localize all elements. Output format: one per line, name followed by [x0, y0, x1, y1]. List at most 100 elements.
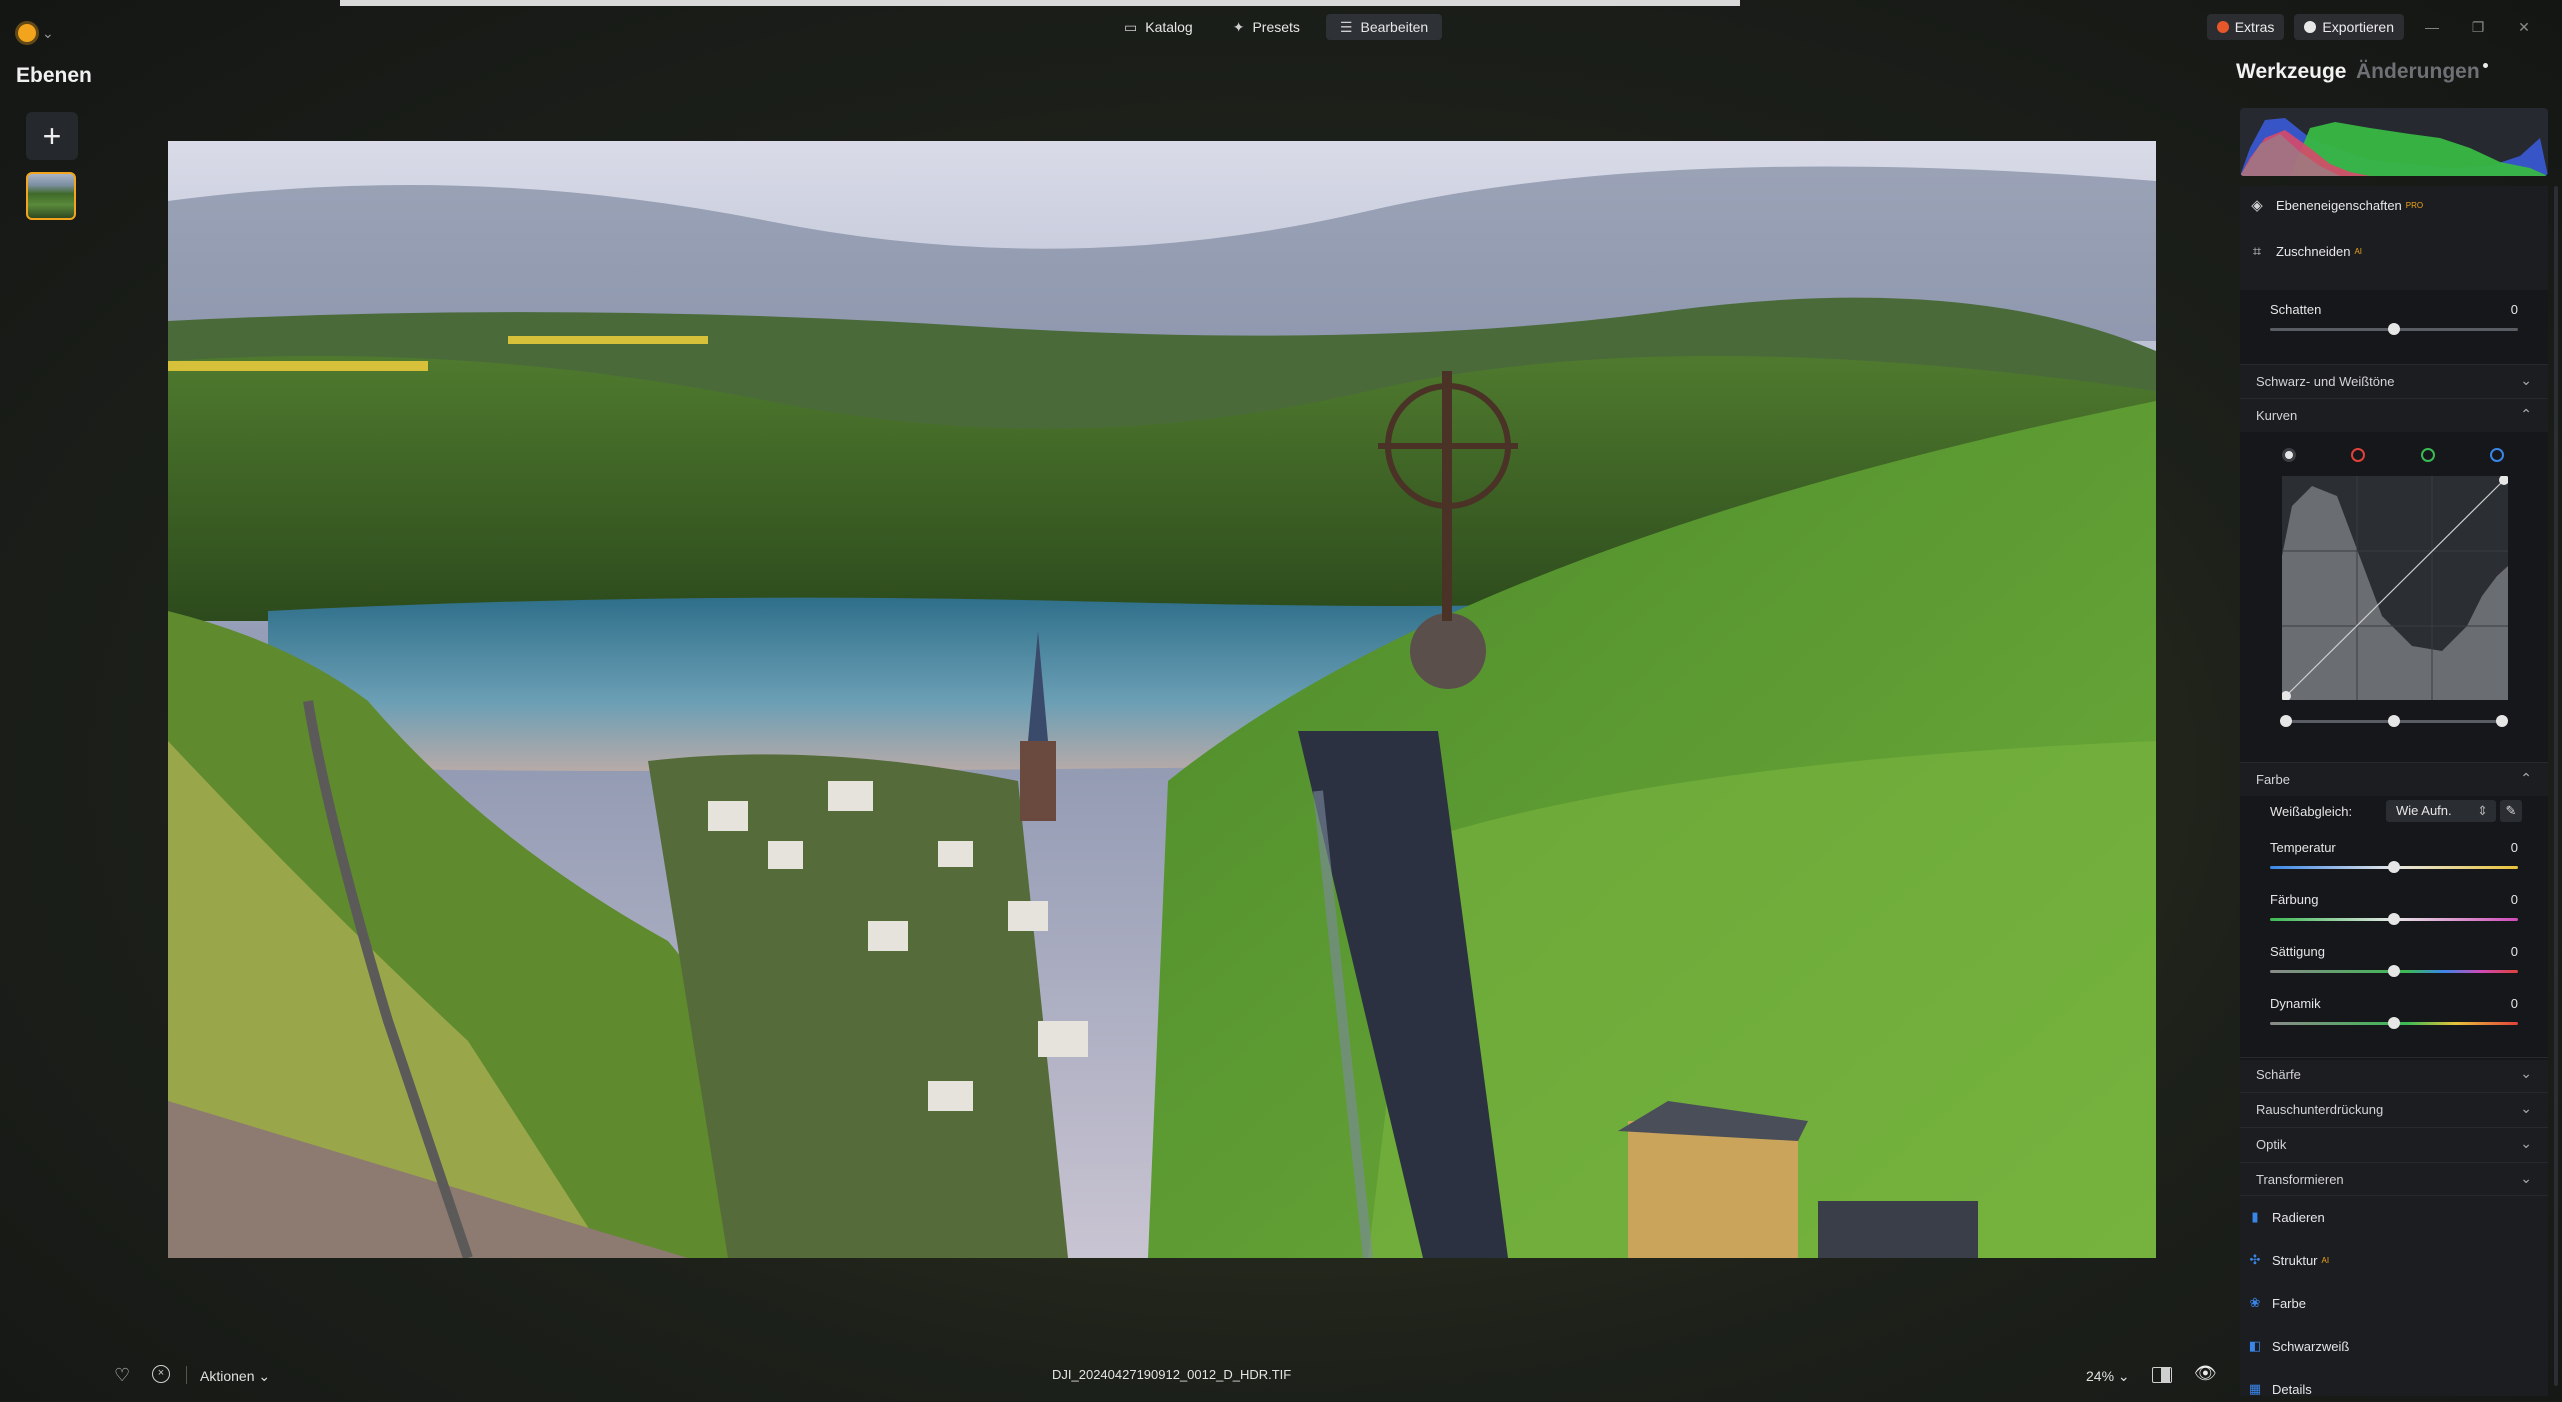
- chevron-down-icon: ⌄: [2520, 1100, 2532, 1116]
- saturation-slider-handle[interactable]: [2388, 965, 2400, 977]
- tool-schwarzweiss-label: Schwarzweiß: [2272, 1338, 2350, 1354]
- tool-radieren-label: Radieren: [2272, 1209, 2325, 1225]
- top-right-controls: Extras Exportieren — ❐ ✕: [2206, 14, 2542, 40]
- section-sharpness[interactable]: Schärfe ⌄: [2240, 1057, 2548, 1092]
- chevron-down-icon: ⌄: [258, 1368, 271, 1384]
- tool-schwarzweiss[interactable]: ◧ Schwarzweiß: [2248, 1333, 2349, 1359]
- layers-icon: ◈: [2251, 197, 2263, 214]
- tab-bearbeiten-label: Bearbeiten: [1360, 19, 1429, 35]
- tools-scrollbar[interactable]: [2554, 186, 2558, 1386]
- tab-katalog-label: Katalog: [1145, 19, 1193, 35]
- ai-badge: AI: [2321, 1255, 2330, 1265]
- schatten-value: 0: [2510, 302, 2518, 317]
- tool-details[interactable]: ▦ Details: [2248, 1376, 2312, 1402]
- section-sharpness-label: Schärfe: [2256, 1067, 2301, 1082]
- curve-channel-green[interactable]: [2421, 448, 2435, 462]
- vibrance-slider-handle[interactable]: [2388, 1017, 2400, 1029]
- tint-label: Färbung: [2270, 892, 2319, 907]
- details-icon: ▦: [2248, 1381, 2262, 1396]
- extras-button[interactable]: Extras: [2206, 14, 2285, 40]
- export-label: Exportieren: [2322, 19, 2394, 35]
- maximize-button[interactable]: ❐: [2460, 19, 2496, 36]
- add-layer-button[interactable]: +: [26, 112, 78, 160]
- sliders-icon: ☰: [1339, 18, 1353, 35]
- actions-label: Aktionen: [200, 1368, 255, 1384]
- tool-struktur[interactable]: ✣ Struktur AI: [2248, 1247, 2330, 1273]
- layer-thumbnail[interactable]: [26, 172, 76, 220]
- minimize-button[interactable]: —: [2414, 19, 2450, 35]
- tab-katalog[interactable]: ▭ Katalog: [1110, 14, 1207, 40]
- chevron-down-icon: ⌄: [2520, 1135, 2532, 1151]
- layer-properties-row[interactable]: ◈ Ebeneneigenschaften PRO: [2248, 192, 2423, 218]
- layer-properties-label: Ebeneneigenschaften: [2276, 197, 2402, 213]
- top-bar: ⌄ ▭ Katalog ✦ Presets ☰ Bearbeiten Extra…: [0, 8, 2562, 46]
- crop-label: Zuschneiden: [2276, 243, 2351, 259]
- curve-channel-blue[interactable]: [2490, 448, 2504, 462]
- chevron-down-icon: ⌄: [2520, 1170, 2532, 1186]
- white-balance-value: Wie Aufn.: [2396, 803, 2452, 818]
- export-button[interactable]: Exportieren: [2294, 14, 2404, 40]
- zoom-dropdown[interactable]: 24% ⌄: [2086, 1368, 2130, 1385]
- tool-farbe[interactable]: ❀ Farbe: [2248, 1290, 2306, 1316]
- white-balance-select[interactable]: Wie Aufn. ⇕: [2386, 800, 2496, 822]
- structure-icon: ✣: [2249, 1252, 2261, 1267]
- color-icon: ❀: [2249, 1295, 2261, 1310]
- extras-icon: [2216, 21, 2229, 33]
- tint-value: 0: [2510, 892, 2518, 907]
- section-black-white[interactable]: Schwarz- und Weißtöne ⌄: [2240, 364, 2548, 399]
- curve-editor[interactable]: [2282, 476, 2508, 700]
- compare-icon[interactable]: [2152, 1367, 2172, 1383]
- temperature-value: 0: [2510, 840, 2518, 855]
- section-transform-label: Transformieren: [2256, 1172, 2344, 1187]
- tab-presets[interactable]: ✦ Presets: [1219, 14, 1314, 40]
- curve-mid-point-handle[interactable]: [2388, 715, 2400, 727]
- app-menu-button[interactable]: ⌄: [18, 18, 62, 48]
- export-icon: [2304, 21, 2317, 33]
- bottom-bar: ♡ × Aktionen ⌄ DJI_20240427190912_0012_D…: [0, 1362, 2235, 1392]
- section-noise[interactable]: Rauschunterdrückung ⌄: [2240, 1092, 2548, 1127]
- section-optics-label: Optik: [2256, 1137, 2287, 1152]
- photo-canvas[interactable]: [168, 141, 2156, 1258]
- chevron-up-icon: ⌃: [2520, 770, 2532, 786]
- file-name: DJI_20240427190912_0012_D_HDR.TIF: [1052, 1367, 1292, 1382]
- section-curves-label: Kurven: [2256, 408, 2298, 423]
- schatten-slider-handle[interactable]: [2388, 323, 2400, 335]
- section-transform[interactable]: Transformieren ⌄: [2240, 1162, 2548, 1196]
- tools-title: Werkzeuge: [2236, 60, 2347, 83]
- reject-icon[interactable]: ×: [152, 1365, 170, 1383]
- book-icon: ▭: [1124, 18, 1138, 35]
- favorite-heart-icon[interactable]: ♡: [114, 1365, 130, 1386]
- eyedropper-icon[interactable]: ✎: [2500, 800, 2522, 822]
- section-optics[interactable]: Optik ⌄: [2240, 1127, 2548, 1162]
- section-black-white-label: Schwarz- und Weißtöne: [2256, 374, 2395, 389]
- tab-changes[interactable]: Änderungen: [2356, 60, 2480, 84]
- eraser-icon: ▮: [2251, 1209, 2259, 1224]
- temperature-slider-handle[interactable]: [2388, 861, 2400, 873]
- layers-title: Ebenen: [16, 64, 92, 87]
- extras-label: Extras: [2234, 19, 2275, 35]
- actions-dropdown[interactable]: Aktionen ⌄: [200, 1368, 270, 1385]
- eye-icon[interactable]: 👁: [2194, 1363, 2217, 1384]
- divider: [186, 1366, 187, 1384]
- tool-radieren[interactable]: ▮ Radieren: [2248, 1204, 2325, 1230]
- chevron-down-icon: ⌄: [2520, 1065, 2532, 1081]
- title-strip: [340, 0, 1740, 6]
- curve-channel-rgb[interactable]: [2282, 448, 2296, 462]
- crop-row[interactable]: ⌗ Zuschneiden AI: [2248, 238, 2362, 264]
- section-curves[interactable]: Kurven ⌃: [2240, 398, 2548, 433]
- tab-bearbeiten[interactable]: ☰ Bearbeiten: [1325, 14, 1443, 40]
- saturation-label: Sättigung: [2270, 944, 2325, 959]
- section-noise-label: Rauschunterdrückung: [2256, 1102, 2384, 1117]
- tint-slider-handle[interactable]: [2388, 913, 2400, 925]
- curve-channel-red[interactable]: [2351, 448, 2365, 462]
- curve-black-point-handle[interactable]: [2280, 715, 2292, 727]
- bw-icon: ◧: [2248, 1338, 2262, 1353]
- close-button[interactable]: ✕: [2506, 19, 2542, 36]
- chevron-down-icon: ⌄: [2520, 372, 2532, 388]
- histogram: [2240, 108, 2548, 176]
- sparkle-icon: ✦: [1232, 18, 1245, 35]
- section-farbe[interactable]: Farbe ⌃: [2240, 762, 2548, 797]
- app-window: ⌄ ▭ Katalog ✦ Presets ☰ Bearbeiten Extra…: [0, 0, 2562, 1401]
- curve-white-point-handle[interactable]: [2496, 715, 2508, 727]
- pro-badge: PRO: [2405, 200, 2424, 210]
